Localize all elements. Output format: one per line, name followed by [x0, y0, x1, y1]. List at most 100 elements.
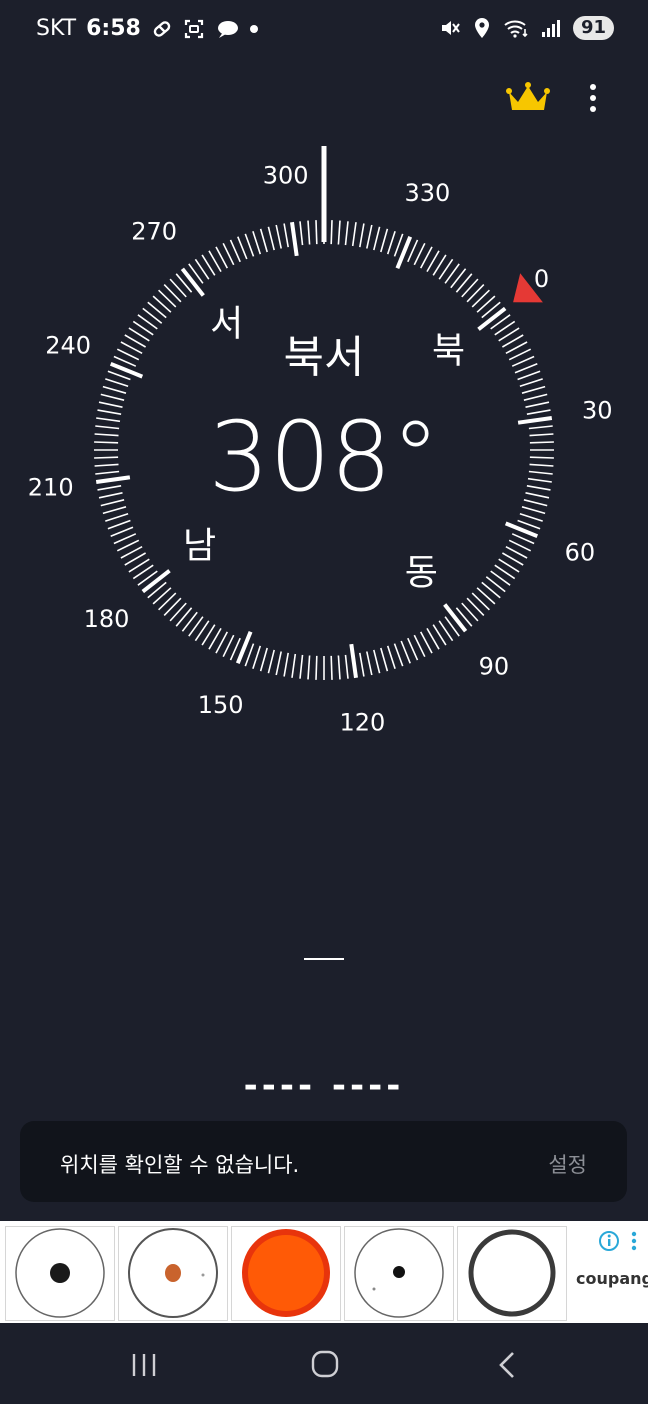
minor-tick	[98, 401, 123, 408]
ad-more-vert-icon[interactable]	[631, 1231, 637, 1251]
minor-tick	[244, 233, 255, 257]
minor-tick	[508, 348, 532, 361]
coordinates-placeholder: ---- ----	[243, 1066, 405, 1106]
degree-label: 120	[339, 708, 385, 736]
minor-tick	[100, 393, 125, 401]
minor-tick	[267, 649, 275, 674]
minor-tick	[508, 539, 532, 552]
cardinal-south: 남	[183, 525, 216, 566]
cardinal-east: 동	[405, 553, 438, 594]
minor-tick	[283, 223, 289, 248]
ad-product-2[interactable]	[118, 1226, 228, 1321]
minor-tick	[315, 220, 318, 245]
pill-icon	[153, 20, 171, 37]
minor-tick	[521, 506, 546, 515]
minor-tick	[527, 477, 552, 483]
major-tick	[517, 416, 553, 425]
minor-tick	[222, 634, 235, 658]
minor-tick	[95, 425, 120, 430]
minor-tick	[105, 512, 129, 522]
plate-small-dot-icon	[354, 1228, 444, 1318]
minor-tick	[330, 220, 333, 245]
degree-label: 150	[198, 691, 244, 719]
compass-dial: 0306090120150180210240270300330 북 동 남 서 …	[28, 146, 613, 736]
minor-tick	[525, 401, 550, 408]
minor-tick	[525, 492, 550, 499]
minor-tick	[373, 226, 381, 251]
ad-info-icons[interactable]	[598, 1229, 642, 1253]
degree-label: 240	[45, 332, 91, 360]
minor-tick	[523, 393, 548, 401]
minor-tick	[299, 654, 304, 679]
plate-black-dot-icon	[15, 1228, 105, 1318]
battery-indicator: 91	[572, 16, 614, 40]
minor-tick	[529, 441, 554, 444]
major-tick	[477, 306, 507, 331]
recents-icon[interactable]	[130, 1351, 158, 1379]
minor-tick	[344, 221, 349, 246]
ad-product-5[interactable]	[457, 1226, 567, 1321]
minor-tick	[94, 456, 119, 459]
crown-icon[interactable]	[506, 80, 550, 116]
minor-tick	[107, 519, 131, 530]
minor-tick	[521, 385, 546, 394]
minor-tick	[291, 653, 297, 678]
chat-bubble-icon	[217, 20, 238, 38]
minor-tick	[237, 236, 248, 260]
ad-product-3[interactable]	[231, 1226, 341, 1321]
minor-tick	[283, 652, 289, 677]
minor-tick	[380, 647, 389, 672]
minor-tick	[529, 433, 554, 437]
minor-tick	[366, 651, 373, 676]
plate-orange-dot-icon	[128, 1228, 218, 1318]
snackbar-message: 위치를 확인할 수 없습니다.	[60, 1153, 300, 1177]
minor-tick	[523, 499, 548, 507]
signal-icon	[541, 20, 560, 37]
minor-tick	[116, 539, 140, 552]
back-icon[interactable]	[496, 1350, 518, 1380]
minor-tick	[359, 223, 365, 248]
ad-brand-logo[interactable]: coupang	[576, 1269, 648, 1288]
info-icon[interactable]	[599, 1231, 619, 1251]
minor-tick	[528, 425, 553, 430]
minor-tick	[528, 470, 553, 475]
ad-product-4[interactable]	[344, 1226, 454, 1321]
minor-tick	[229, 239, 241, 263]
cardinal-west: 서	[210, 304, 243, 345]
settings-button[interactable]: 설정	[548, 1149, 587, 1179]
minor-tick	[307, 655, 311, 680]
minor-tick	[337, 655, 341, 680]
minor-tick	[400, 640, 411, 664]
minor-tick	[97, 485, 122, 491]
minor-tick	[337, 220, 341, 245]
minor-tick	[105, 378, 129, 388]
minor-tick	[97, 409, 122, 415]
major-tick	[290, 221, 299, 257]
clock: 6:58	[86, 16, 141, 41]
degree-label: 180	[84, 605, 130, 633]
minor-tick	[259, 647, 268, 672]
status-bar: SKT 6:58 91	[0, 0, 648, 62]
minor-tick	[252, 645, 262, 669]
minor-tick	[100, 499, 125, 507]
minor-tick	[526, 485, 551, 491]
minor-tick	[529, 456, 554, 459]
minor-tick	[330, 655, 333, 680]
minor-tick	[519, 512, 543, 522]
minor-tick	[116, 348, 140, 361]
degree-label: 330	[404, 179, 450, 207]
ad-product-1[interactable]	[5, 1226, 115, 1321]
minor-tick	[299, 221, 304, 246]
heading-readout: 308°	[208, 401, 439, 513]
scan-icon	[184, 19, 203, 38]
minor-tick	[373, 649, 381, 674]
home-icon[interactable]	[310, 1349, 340, 1379]
major-tick	[349, 643, 358, 679]
minor-tick	[307, 220, 311, 245]
more-vert-icon[interactable]	[586, 82, 600, 114]
navigation-bar	[0, 1323, 648, 1404]
ad-banner[interactable]: coupang	[0, 1221, 648, 1323]
minor-tick	[380, 228, 389, 253]
minor-tick	[252, 231, 262, 255]
wifi-icon	[504, 20, 528, 38]
